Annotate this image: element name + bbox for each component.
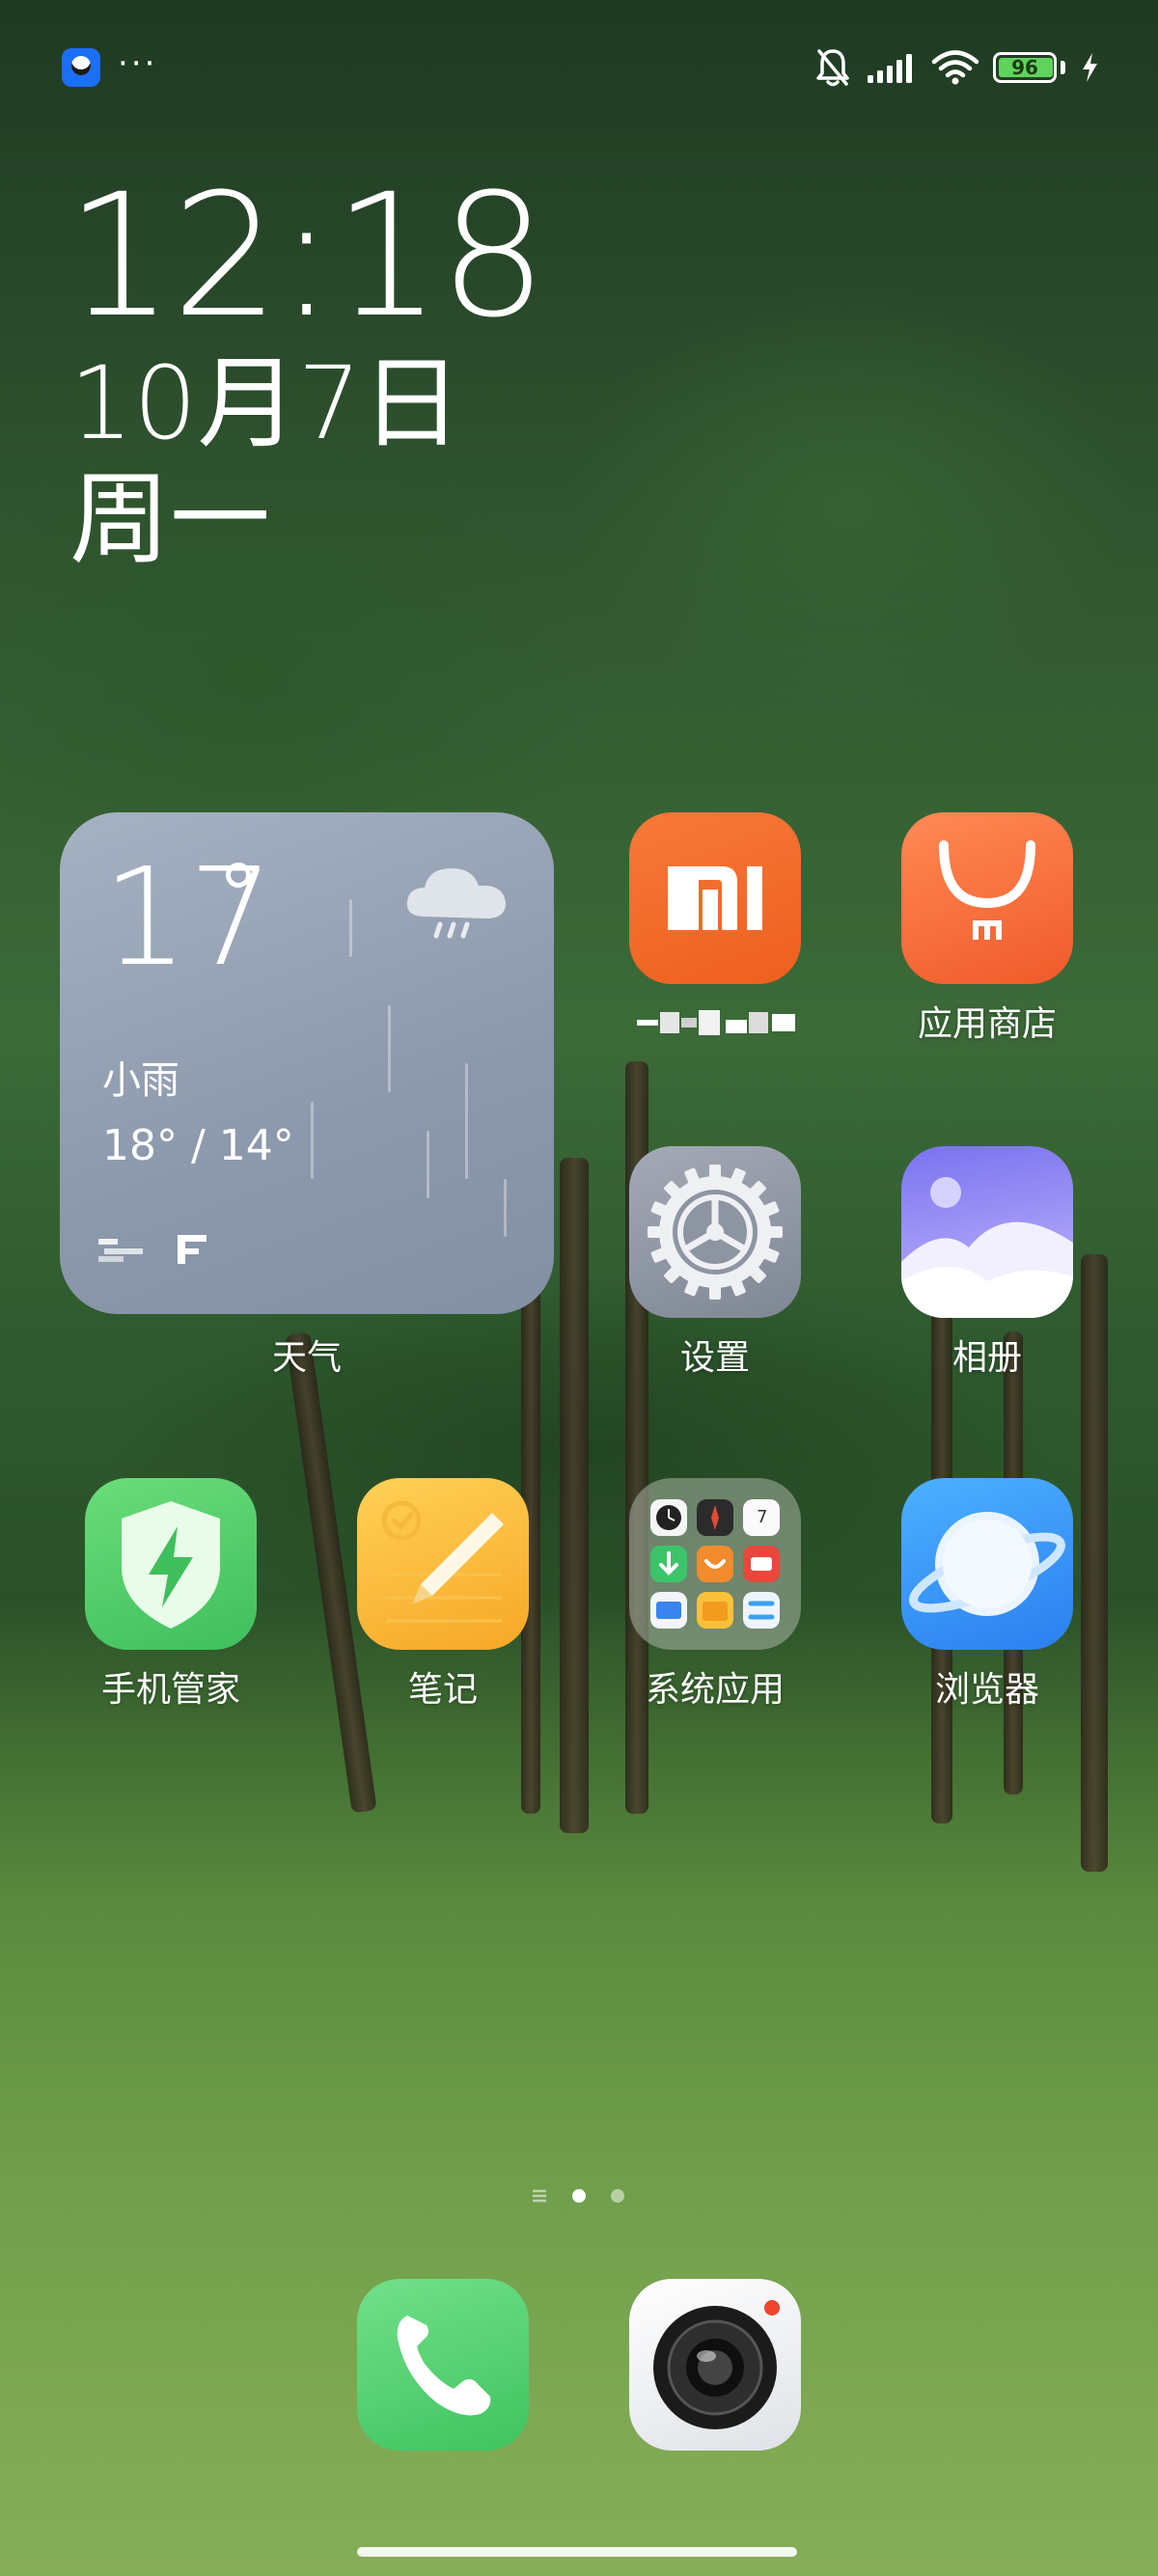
weather-widget[interactable]: 17 小雨 18° / 14°	[60, 812, 554, 1314]
mi-app-icon[interactable]	[629, 812, 801, 984]
planet-icon	[909, 1512, 1065, 1616]
settings-icon[interactable]	[629, 1146, 801, 1318]
gallery-icon[interactable]	[901, 1146, 1073, 1318]
settings-label: 设置	[679, 1338, 750, 1378]
rain-streak	[311, 1102, 314, 1179]
degree-symbol	[226, 863, 251, 888]
mountain-photo-icon	[901, 1177, 1073, 1318]
clock-weekday: 周一	[69, 460, 271, 578]
system-apps-folder[interactable]: 7	[629, 1478, 801, 1650]
rain-streak	[504, 1179, 507, 1237]
notes-app-icon[interactable]	[357, 1478, 529, 1650]
status-icons: 96	[813, 42, 1100, 93]
more-dots-icon: ···	[118, 44, 158, 83]
folder-preview-icons: 7	[650, 1499, 780, 1629]
app-notification-icon	[62, 48, 100, 87]
mi-logo-icon	[668, 866, 762, 930]
gear-icon	[648, 1165, 783, 1300]
weather-widget-label: 天气	[271, 1338, 342, 1378]
wifi-icon	[931, 50, 979, 85]
phone-icon[interactable]	[357, 2279, 529, 2451]
app-store-icon[interactable]	[901, 812, 1073, 984]
weather-condition: 小雨	[102, 1058, 179, 1103]
camera-icon[interactable]	[629, 2279, 801, 2451]
shield-bolt-icon	[122, 1501, 220, 1629]
charging-bolt-icon	[1083, 53, 1097, 82]
browser-app-label: 浏览器	[934, 1670, 1039, 1710]
notepad-pen-icon	[381, 1500, 504, 1623]
system-apps-label: 系统应用	[645, 1670, 785, 1710]
security-app-label: 手机管家	[100, 1670, 240, 1710]
rain-streak	[388, 1005, 391, 1092]
rain-streak	[465, 1063, 468, 1179]
weather-range: 18° / 14°	[102, 1121, 294, 1170]
clock-time[interactable]: 12:18	[66, 172, 547, 342]
mi-app-label-obscured	[637, 1010, 795, 1035]
page-indicator[interactable]	[531, 2184, 637, 2207]
location-obscured	[98, 1235, 207, 1264]
svg-text:7: 7	[757, 1507, 767, 1527]
gallery-label: 相册	[951, 1338, 1022, 1378]
battery-icon: 96	[993, 52, 1057, 83]
home-indicator-bar[interactable]	[357, 2547, 797, 2557]
phone-handset-icon	[397, 2316, 491, 2416]
camera-lens-icon	[653, 2300, 780, 2429]
status-bar: ··· 96	[58, 42, 1100, 93]
notes-app-label: 笔记	[407, 1670, 478, 1710]
security-app-icon[interactable]	[85, 1478, 257, 1650]
app-store-label: 应用商店	[917, 1004, 1057, 1044]
clock-date: 10月7日	[69, 344, 462, 462]
home-screen: ··· 96 12:18 10月7日 周一 17 小雨 18° / 14° 天气…	[0, 0, 1158, 2576]
battery-level: 96	[1011, 56, 1038, 79]
rain-streak	[427, 1131, 429, 1198]
rain-streak	[349, 899, 352, 957]
rain-cloud-icon	[406, 868, 506, 939]
browser-app-icon[interactable]	[901, 1478, 1073, 1650]
shopping-bag-icon	[939, 840, 1035, 940]
bell-muted-icon	[816, 49, 849, 87]
wallpaper-tree-trunk	[560, 1158, 589, 1833]
cellular-signal-icon	[868, 54, 912, 83]
battery-tip	[1061, 61, 1065, 74]
